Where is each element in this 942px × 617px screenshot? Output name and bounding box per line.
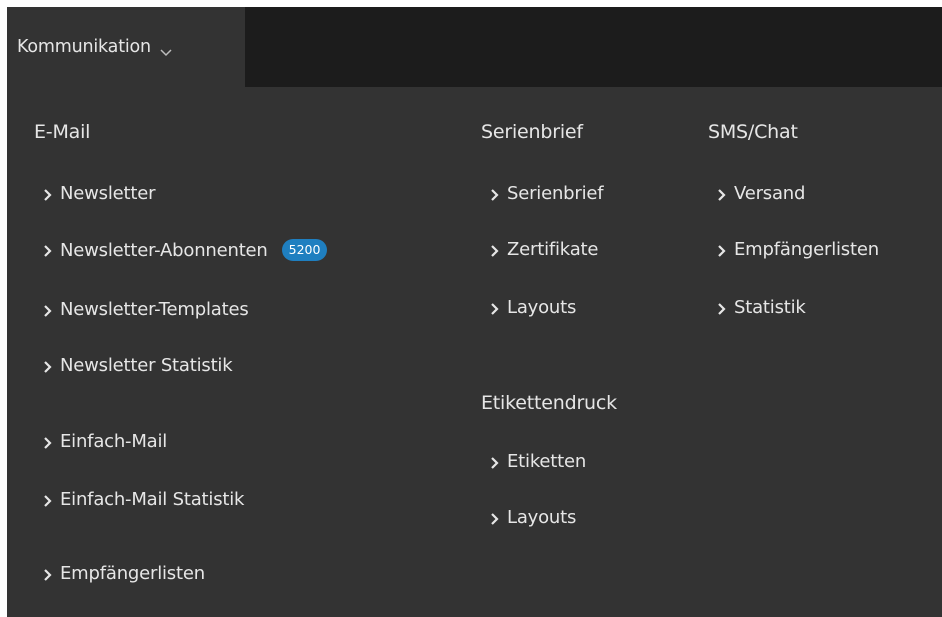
- menu-item-label: Etiketten: [507, 451, 587, 472]
- chevron-right-icon: [717, 243, 727, 257]
- menu-item-label: Statistik: [734, 297, 806, 318]
- menu-item-label: Serienbrief: [507, 183, 604, 204]
- menu-item-label: Zertifikate: [507, 239, 599, 260]
- serienbrief-heading: Serienbrief: [481, 121, 583, 143]
- menu-item-einfach-mail[interactable]: Einfach-Mail: [43, 431, 167, 452]
- menu-item-etiketten[interactable]: Etiketten: [490, 451, 586, 472]
- chevron-right-icon: [43, 187, 53, 201]
- menu-item-newsletter-templates[interactable]: Newsletter-Templates: [43, 299, 249, 320]
- menu-item-zertifikate[interactable]: Zertifikate: [490, 239, 598, 260]
- chevron-right-icon: [717, 187, 727, 201]
- menu-item-label: Einfach-Mail: [60, 431, 168, 452]
- email-heading: E-Mail: [34, 121, 91, 143]
- chevron-right-icon: [490, 187, 500, 201]
- top-navigation-bar: Kommunikation: [7, 7, 942, 87]
- menu-item-newsletter-statistik[interactable]: Newsletter Statistik: [43, 355, 233, 376]
- menu-item-sms-empfaengerlisten[interactable]: Empfängerlisten: [717, 239, 879, 260]
- chevron-right-icon: [717, 301, 727, 315]
- kommunikation-menu-label: Kommunikation: [17, 37, 151, 57]
- menu-item-serienbrief-layouts[interactable]: Layouts: [490, 297, 576, 318]
- chevron-right-icon: [490, 301, 500, 315]
- menu-item-label: Layouts: [507, 507, 577, 528]
- chevron-right-icon: [490, 243, 500, 257]
- menu-item-serienbrief[interactable]: Serienbrief: [490, 183, 604, 204]
- menu-item-einfach-mail-statistik[interactable]: Einfach-Mail Statistik: [43, 489, 244, 510]
- menu-item-label: Empfängerlisten: [60, 563, 205, 584]
- chevron-down-icon: [159, 42, 173, 57]
- chevron-right-icon: [43, 243, 53, 257]
- menu-item-versand[interactable]: Versand: [717, 183, 805, 204]
- kommunikation-menu-tab[interactable]: Kommunikation: [7, 7, 245, 87]
- chevron-right-icon: [490, 455, 500, 469]
- menu-item-newsletter[interactable]: Newsletter: [43, 183, 156, 204]
- subscriber-count-badge: 5200: [281, 239, 328, 261]
- chevron-right-icon: [43, 567, 53, 581]
- chevron-right-icon: [43, 359, 53, 373]
- menu-item-etikettendruck-layouts[interactable]: Layouts: [490, 507, 576, 528]
- menu-item-label: Empfängerlisten: [734, 239, 879, 260]
- menu-item-label: Newsletter: [60, 183, 156, 204]
- menu-item-sms-statistik[interactable]: Statistik: [717, 297, 806, 318]
- menu-item-empfaengerlisten[interactable]: Empfängerlisten: [43, 563, 205, 584]
- menu-item-label: Layouts: [507, 297, 577, 318]
- menu-item-label: Einfach-Mail Statistik: [60, 489, 245, 510]
- chevron-right-icon: [490, 511, 500, 525]
- menu-item-label: Versand: [734, 183, 806, 204]
- etikettendruck-heading: Etikettendruck: [481, 392, 617, 414]
- chevron-right-icon: [43, 435, 53, 449]
- menu-item-label: Newsletter Statistik: [60, 355, 233, 376]
- menu-item-newsletter-abonnenten[interactable]: Newsletter-Abonnenten 5200: [43, 239, 328, 261]
- sms-chat-heading: SMS/Chat: [708, 121, 798, 143]
- menu-item-label: Newsletter-Templates: [60, 299, 249, 320]
- menu-item-label: Newsletter-Abonnenten: [60, 239, 268, 261]
- chevron-right-icon: [43, 493, 53, 507]
- menu-panel: Kommunikation E-Mail Newsletter Newslett…: [7, 7, 942, 617]
- chevron-right-icon: [43, 303, 53, 317]
